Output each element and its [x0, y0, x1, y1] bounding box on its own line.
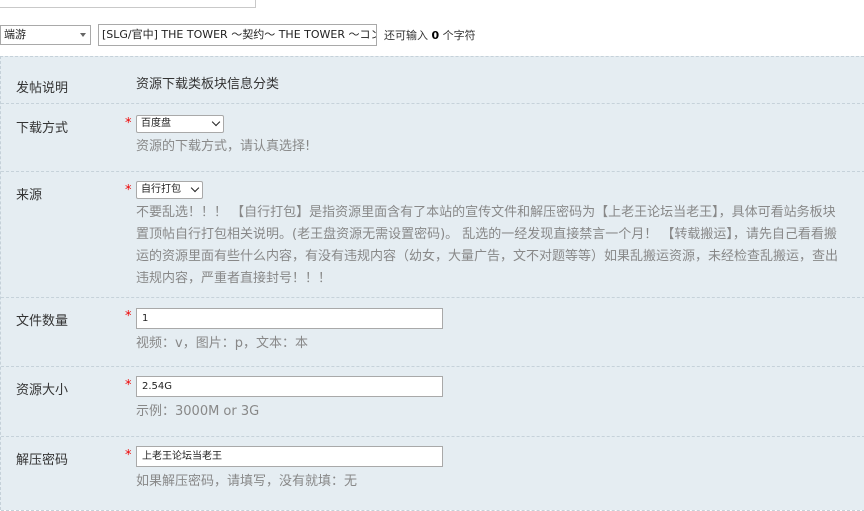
remaining-count: 0 [431, 29, 440, 42]
resource-size-label: 资源大小 [16, 383, 69, 398]
resource-size-value: 2.54G [142, 381, 173, 392]
file-count-row: 文件数量 * 1 视频：v，图片：p，文本：本 [1, 298, 864, 367]
source-hint-line: 运的资源里面有些什么内容，有没有违规内容（幼女，大量广告，文不对题等等）如果乱搬… [136, 249, 839, 264]
remaining-prefix: 还可输入 [384, 29, 428, 42]
download-method-row: 下载方式 * 百度盘 资源的下载方式，请认真选择! [1, 104, 864, 172]
source-hint: 不要乱选！！！ 【自行打包】是指资源里面含有了本站的宣传文件和解压密码为【上老王… [136, 202, 864, 290]
unzip-password-value: 上老王论坛当老王 [142, 451, 222, 462]
thread-title-value: [SLG/官中] THE TOWER ～契约～ THE TOWER ～コント [102, 28, 377, 41]
download-method-label: 下载方式 [16, 121, 69, 136]
dropdown-arrow-icon [80, 33, 86, 37]
form-panel: 发帖说明 资源下载类板块信息分类 下载方式 * 百度盘 资源的下载方式，请认真选… [0, 56, 864, 511]
unzip-password-label: 解压密码 [16, 453, 69, 468]
thread-title-input[interactable]: [SLG/官中] THE TOWER ～契约～ THE TOWER ～コント [98, 24, 377, 46]
thread-type-value: 端游 [4, 28, 26, 41]
chevron-down-icon [211, 117, 221, 127]
source-value: 自行打包 [141, 184, 181, 195]
post-instructions-text: 资源下载类板块信息分类 [136, 77, 280, 92]
source-row: 来源 * 自行打包 不要乱选！！！ 【自行打包】是指资源里面含有了本站的宣传文件… [1, 172, 864, 298]
source-label: 来源 [16, 188, 43, 203]
unzip-password-row: 解压密码 * 上老王论坛当老王 如果解压密码，请填写，没有就填：无 [1, 437, 864, 511]
source-hint-line: 违规内容，严重者直接封号！！！ [136, 271, 332, 286]
source-select[interactable]: 自行打包 [136, 181, 203, 199]
file-count-input[interactable]: 1 [136, 308, 443, 329]
file-count-value: 1 [142, 313, 149, 324]
download-method-hint: 资源的下载方式，请认真选择! [136, 139, 311, 154]
remaining-chars-text: 还可输入 0 个字符 [384, 27, 476, 43]
required-mark: * [125, 116, 132, 131]
resource-size-row: 资源大小 * 2.54G 示例：3000M or 3G [1, 367, 864, 437]
file-count-hint: 视频：v，图片：p，文本：本 [136, 336, 308, 351]
source-hint-line: 置顶帖自行打包相关说明。(老王盘资源无需设置密码)。 乱选的一经发现直接禁言一个… [136, 227, 837, 242]
chevron-down-icon [190, 183, 200, 193]
top-tab-strip [0, 0, 864, 8]
post-instructions-label: 发帖说明 [16, 81, 69, 96]
source-hint-line: 不要乱选！！！ 【自行打包】是指资源里面含有了本站的宣传文件和解压密码为【上老王… [136, 205, 836, 220]
download-method-value: 百度盘 [141, 118, 171, 129]
file-count-label: 文件数量 [16, 314, 69, 329]
unzip-password-hint: 如果解压密码，请填写，没有就填：无 [136, 474, 358, 489]
title-row: 端游 [SLG/官中] THE TOWER ～契约～ THE TOWER ～コン… [0, 24, 864, 46]
resource-size-input[interactable]: 2.54G [136, 376, 443, 397]
required-mark: * [125, 448, 132, 463]
remaining-suffix: 个字符 [442, 29, 476, 42]
unzip-password-input[interactable]: 上老王论坛当老王 [136, 446, 443, 467]
post-instructions-row: 发帖说明 资源下载类板块信息分类 [1, 57, 864, 104]
tab-edge [0, 0, 256, 8]
resource-size-hint: 示例：3000M or 3G [136, 404, 260, 419]
required-mark: * [125, 183, 132, 198]
download-method-select[interactable]: 百度盘 [136, 115, 224, 133]
required-mark: * [125, 309, 132, 324]
thread-type-select[interactable]: 端游 [0, 25, 91, 45]
required-mark: * [125, 378, 132, 393]
